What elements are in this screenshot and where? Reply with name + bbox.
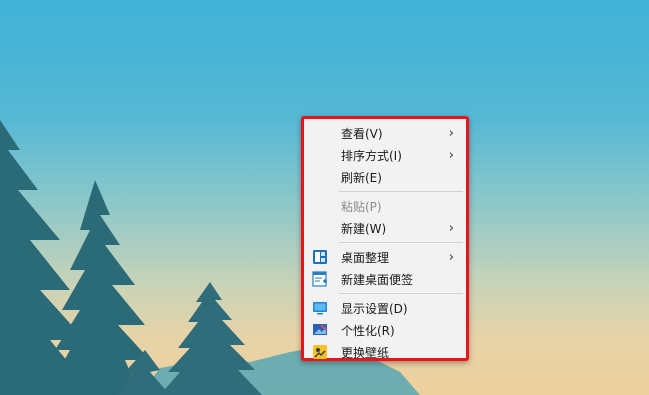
menu-item-display-settings[interactable]: 显示设置(D) bbox=[304, 297, 466, 319]
chevron-right-icon: › bbox=[448, 220, 454, 236]
menu-item-label: 查看(V) bbox=[341, 126, 383, 141]
menu-item-label: 排序方式(I) bbox=[341, 148, 402, 163]
menu-item-label: 个性化(R) bbox=[341, 323, 395, 338]
menu-item-refresh[interactable]: 刷新(E) bbox=[304, 166, 466, 188]
menu-item-sort-by[interactable]: 排序方式(I) › bbox=[304, 144, 466, 166]
menu-item-label: 新建(W) bbox=[341, 221, 387, 236]
menu-item-label: 更换壁纸 bbox=[341, 345, 390, 360]
display-settings-icon bbox=[313, 302, 327, 315]
menu-separator bbox=[339, 242, 463, 243]
menu-item-personalize[interactable]: 个性化(R) bbox=[304, 319, 466, 341]
chevron-right-icon: › bbox=[448, 125, 454, 141]
desktop-context-menu: 查看(V) › 排序方式(I) › 刷新(E) 粘贴(P) 新建(W) › 桌面… bbox=[301, 116, 469, 361]
menu-item-new-desktop-note[interactable]: 新建桌面便签 bbox=[304, 268, 466, 290]
menu-item-label: 显示设置(D) bbox=[341, 301, 408, 316]
menu-item-label: 刷新(E) bbox=[341, 170, 382, 185]
menu-item-label: 粘贴(P) bbox=[341, 199, 382, 214]
chevron-right-icon: › bbox=[448, 147, 454, 163]
menu-item-label: 新建桌面便签 bbox=[341, 272, 414, 287]
change-wallpaper-icon bbox=[313, 345, 327, 359]
menu-separator bbox=[339, 191, 463, 192]
menu-separator bbox=[339, 293, 463, 294]
desktop-note-icon bbox=[312, 271, 327, 287]
menu-item-new[interactable]: 新建(W) › bbox=[304, 217, 466, 239]
menu-item-paste[interactable]: 粘贴(P) bbox=[304, 195, 466, 217]
menu-item-label: 桌面整理 bbox=[341, 250, 390, 265]
menu-item-desktop-organize[interactable]: 桌面整理 › bbox=[304, 246, 466, 268]
desktop-organize-icon bbox=[313, 250, 327, 264]
menu-item-change-wallpaper[interactable]: 更换壁纸 bbox=[304, 341, 466, 363]
menu-item-view[interactable]: 查看(V) › bbox=[304, 122, 466, 144]
chevron-right-icon: › bbox=[448, 249, 454, 265]
personalize-icon bbox=[313, 324, 327, 335]
